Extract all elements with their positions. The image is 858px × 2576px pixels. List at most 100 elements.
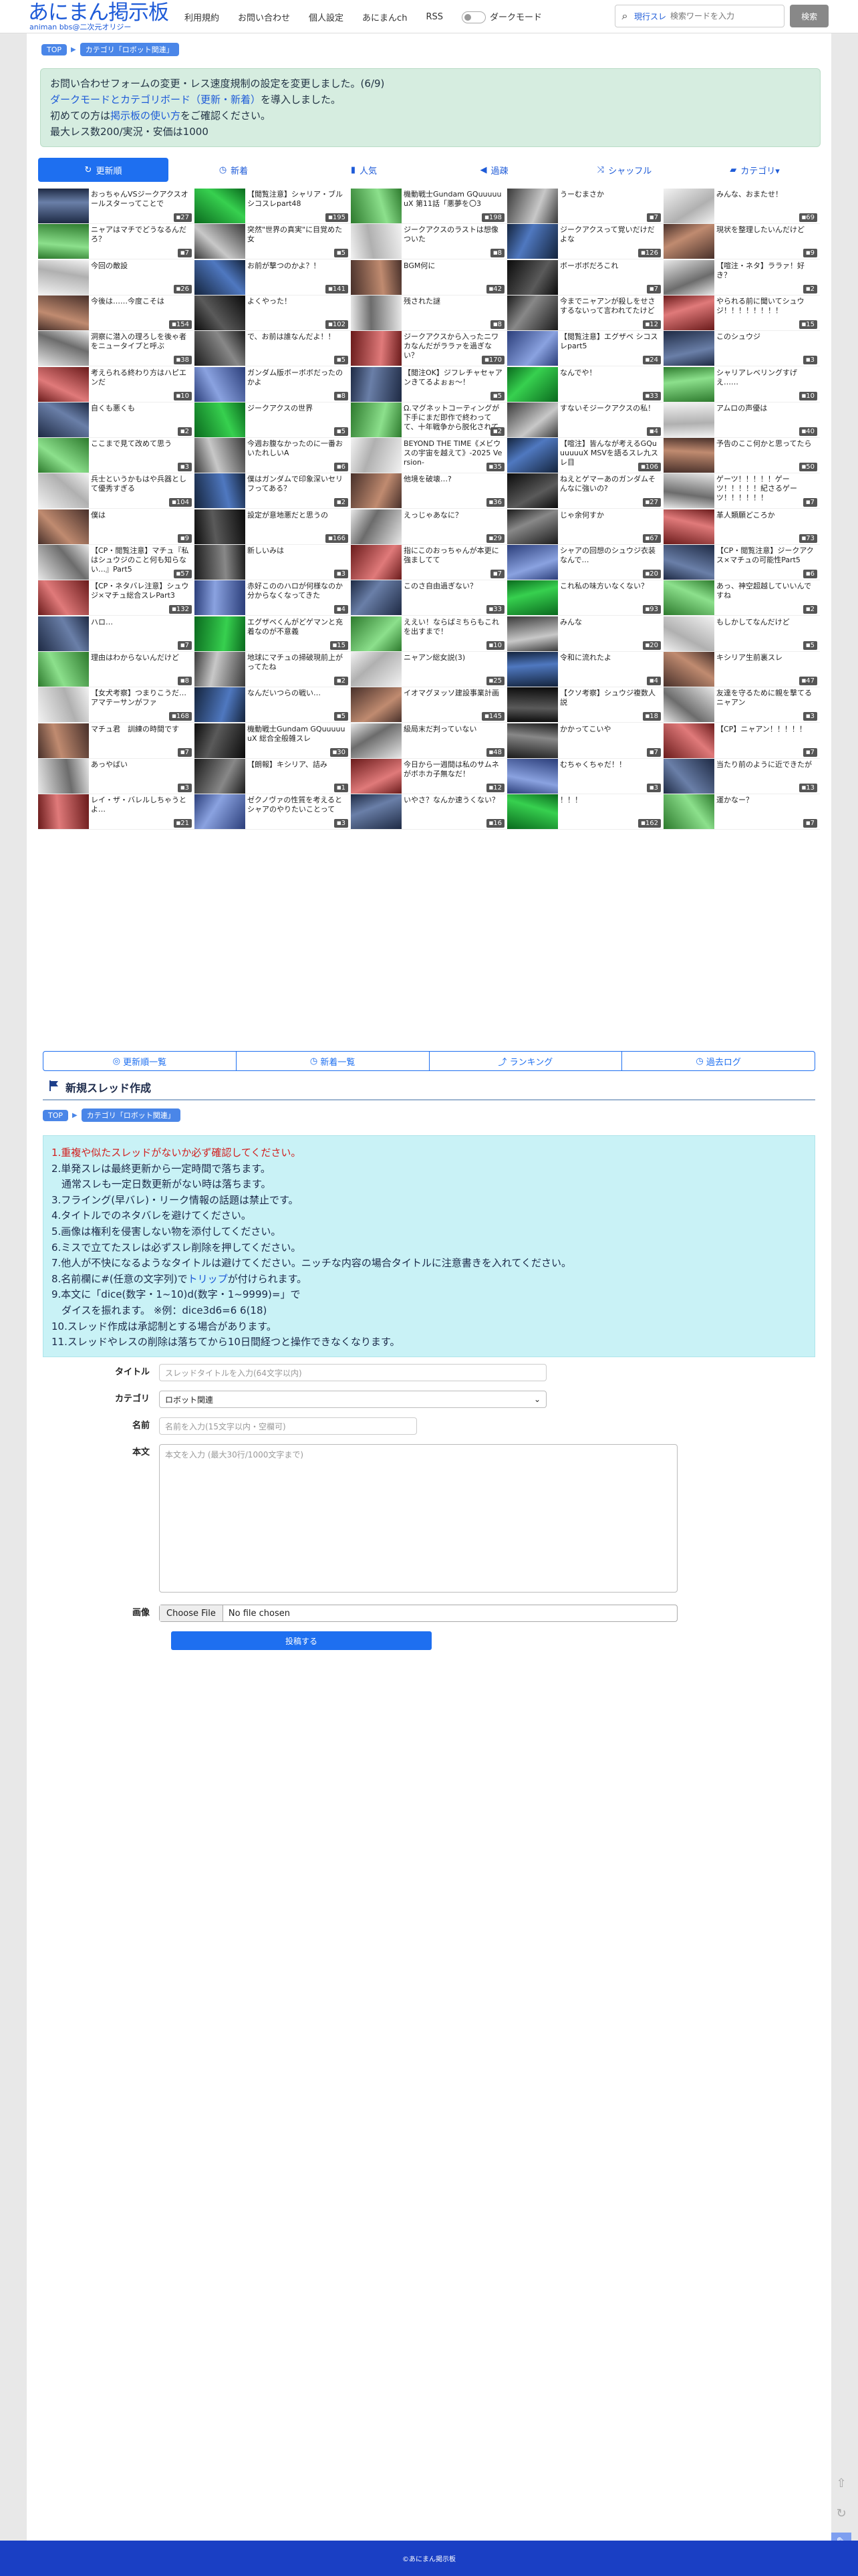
thread-thumbnail[interactable] xyxy=(194,224,245,259)
thread-title[interactable]: マチュ君 訓練の時間です xyxy=(91,725,191,753)
thread-item[interactable]: 【閲覧注意】シャリア・ブル シコスレpart48195 xyxy=(194,189,351,224)
thread-thumbnail[interactable] xyxy=(507,687,558,723)
thread-item[interactable]: 【閲覧注意】エグザベ シコスレpart524 xyxy=(507,331,664,367)
notice-howto-link[interactable]: 掲示板の使い方 xyxy=(110,110,180,122)
thread-item[interactable]: このシュウジ3 xyxy=(664,331,820,367)
thread-thumbnail[interactable] xyxy=(38,189,89,223)
thread-item[interactable]: ゼクノヴァの性質を考えるとシャアのやりたいことって3 xyxy=(194,794,351,830)
thread-title[interactable]: 現状を整理したいんだけど xyxy=(716,225,817,253)
thread-thumbnail[interactable] xyxy=(351,687,402,723)
thread-thumbnail[interactable] xyxy=(664,509,714,544)
thread-thumbnail[interactable] xyxy=(507,189,558,223)
nav-new-list[interactable]: ◷ 新着一覧 xyxy=(237,1052,430,1070)
thread-thumbnail[interactable] xyxy=(507,331,558,366)
search-input[interactable] xyxy=(670,11,771,21)
thread-item[interactable]: ゲーツ！！！！！ゲーツ！！！！！紀さるゲーツ！！！！！！7 xyxy=(664,473,820,509)
thread-title[interactable]: 理由はわからないんだけど xyxy=(91,653,191,681)
thread-item[interactable]: 自くも悪くも2 xyxy=(38,402,194,438)
thread-item[interactable]: 設定が意地悪だと思うの166 xyxy=(194,509,351,545)
thread-thumbnail[interactable] xyxy=(38,366,89,402)
thread-item[interactable]: シャアの回想のシュウジ衣装なんで…20 xyxy=(507,545,664,580)
thread-thumbnail[interactable] xyxy=(194,651,245,687)
breadcrumb-category[interactable]: カテゴリ「ロボット関連」 xyxy=(80,43,179,56)
thread-title[interactable]: ジークアクスのラストは想像ついた xyxy=(404,225,504,253)
thread-thumbnail[interactable] xyxy=(351,366,402,402)
thread-thumbnail[interactable] xyxy=(38,473,89,509)
thread-thumbnail[interactable] xyxy=(351,402,402,437)
thread-title[interactable]: Ω.マグネットコーティングが下手にまだ即作で終わってて、十年戦争から脱化されてな… xyxy=(404,404,504,432)
thread-item[interactable]: これ私の味方いなくない？93 xyxy=(507,580,664,616)
thread-item[interactable]: ボーボボだろこれ7 xyxy=(507,259,664,296)
thread-thumbnail[interactable] xyxy=(38,295,89,330)
thread-item[interactable]: 令和に流れたよ4 xyxy=(507,651,664,687)
thread-title[interactable]: 【CP・閲覧注意】ジークアクス×マチュの可能性Part5 xyxy=(716,546,817,574)
thread-title[interactable]: ニャアはマチでどうなるんだろ？ xyxy=(91,225,191,253)
thread-thumbnail[interactable] xyxy=(664,794,714,830)
thread-title[interactable]: 【閲注OK】ジフレチャセャアンきてるよぉぉ～！ xyxy=(404,368,504,396)
thread-title[interactable]: 指にこのおっちゃんが本更に強ましてて xyxy=(404,546,504,574)
thread-thumbnail[interactable] xyxy=(351,651,402,687)
thread-thumbnail[interactable] xyxy=(507,509,558,544)
thread-title[interactable]: ここまで見て改めて思う xyxy=(91,439,191,467)
thread-thumbnail[interactable] xyxy=(507,402,558,437)
thread-item[interactable]: 新しいみは3 xyxy=(194,545,351,580)
thread-thumbnail[interactable] xyxy=(351,189,402,223)
thread-thumbnail[interactable] xyxy=(194,331,245,366)
thread-item[interactable]: 革人類願どころか73 xyxy=(664,509,820,545)
thread-thumbnail[interactable] xyxy=(664,402,714,437)
thread-thumbnail[interactable] xyxy=(664,758,714,794)
thread-item[interactable]: 理由はわからないんだけど8 xyxy=(38,651,194,687)
thread-thumbnail[interactable] xyxy=(38,331,89,366)
nav-contact[interactable]: お問い合わせ xyxy=(229,11,299,23)
thread-title[interactable]: で、お前は誰なんだよ！！ xyxy=(247,332,347,360)
thread-item[interactable]: ここまで見て改めて思う3 xyxy=(38,438,194,474)
thread-item[interactable]: 他境を破壊…?36 xyxy=(351,473,507,509)
thread-item[interactable]: 現状を整理したいんだけど9 xyxy=(664,224,820,260)
thread-title[interactable]: 令和に流れたよ xyxy=(560,653,660,681)
thread-thumbnail[interactable] xyxy=(664,651,714,687)
thread-thumbnail[interactable] xyxy=(507,723,558,758)
thread-item[interactable]: お前が撃つのかよ？！141 xyxy=(194,259,351,296)
nav-ranking[interactable]: ⤴ ランキング xyxy=(430,1052,623,1070)
breadcrumb-top[interactable]: TOP xyxy=(41,43,67,55)
notice-dark-mode-link[interactable]: ダークモードとカテゴリボード（更新・新着） xyxy=(50,94,261,106)
thread-thumbnail[interactable] xyxy=(351,438,402,473)
thread-thumbnail[interactable] xyxy=(38,402,89,437)
thread-thumbnail[interactable] xyxy=(351,616,402,651)
thread-item[interactable]: 機動戦士Gundam GQuuuuuuX 総合全般雑スレ30 xyxy=(194,723,351,759)
thread-item[interactable]: ジークアクスの世界5 xyxy=(194,402,351,438)
search-scope[interactable]: 現行スレ xyxy=(634,11,670,22)
thread-thumbnail[interactable] xyxy=(351,331,402,366)
thread-item[interactable]: エグザベくんがどゲマンと充着なのが不意義15 xyxy=(194,616,351,652)
thread-item[interactable]: 僕はガンダムで印象深いセリフってある？2 xyxy=(194,473,351,509)
thread-item[interactable]: ガンダム版ボーボボだったのかよ8 xyxy=(194,366,351,402)
thread-item[interactable]: 地球にマチュの掃破現前上がってたね2 xyxy=(194,651,351,687)
submit-button[interactable]: 投稿する xyxy=(171,1631,432,1650)
thread-item[interactable]: ジークアクスから入ったニワカなんだがララァを過ぎない？170 xyxy=(351,331,507,367)
thread-thumbnail[interactable] xyxy=(507,545,558,580)
nav-animanch[interactable]: あにまんch xyxy=(353,11,416,23)
thread-title[interactable]: 地球にマチュの掃破現前上がってたね xyxy=(247,653,347,681)
thread-title[interactable]: 自くも悪くも xyxy=(91,404,191,432)
dark-mode-toggle[interactable]: ダークモード xyxy=(452,10,551,24)
thread-item[interactable]: 今までニャアンが殺しをせさするないって言われてたけど12 xyxy=(507,295,664,331)
name-input[interactable]: 名前を入力(15文字以内・空欄可) xyxy=(159,1417,417,1435)
thread-thumbnail[interactable] xyxy=(507,651,558,687)
thread-thumbnail[interactable] xyxy=(351,509,402,544)
thread-item[interactable]: みんな、おまたせ！69 xyxy=(664,189,820,224)
thread-thumbnail[interactable] xyxy=(194,438,245,473)
thread-item[interactable]: 赤好こののハロが何様なのか分からなくなってきた4 xyxy=(194,580,351,616)
thread-item[interactable]: ！！！162 xyxy=(507,794,664,830)
thread-item[interactable]: 今後は……今度こそは154 xyxy=(38,295,194,331)
thread-title[interactable]: 僕は xyxy=(91,511,191,539)
thread-title[interactable]: あっ、神空超越していいんですね xyxy=(716,582,817,610)
thread-thumbnail[interactable] xyxy=(194,189,245,223)
thread-thumbnail[interactable] xyxy=(38,509,89,544)
thread-item[interactable]: じゃ余何すか67 xyxy=(507,509,664,545)
nav-rss[interactable]: RSS xyxy=(416,12,452,22)
thread-item[interactable]: うーむまさか7 xyxy=(507,189,664,224)
thread-thumbnail[interactable] xyxy=(664,580,714,616)
thread-item[interactable]: Ω.マグネットコーティングが下手にまだ即作で終わってて、十年戦争から脱化されてな… xyxy=(351,402,507,438)
nav-archive[interactable]: ◷ 過去ログ xyxy=(622,1052,815,1070)
thread-thumbnail[interactable] xyxy=(194,259,245,295)
